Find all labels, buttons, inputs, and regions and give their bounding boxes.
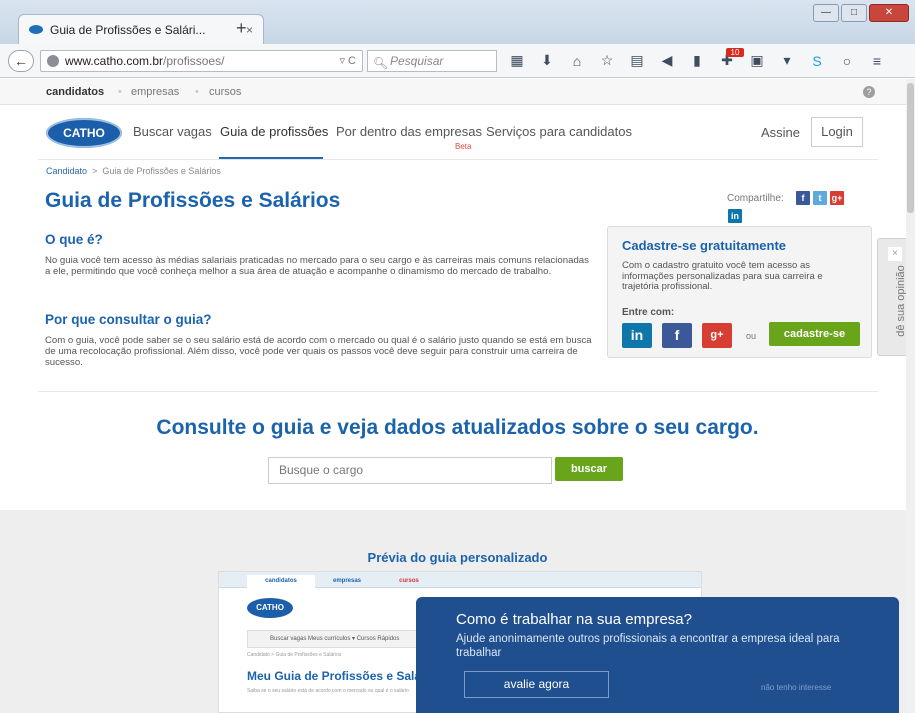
search-placeholder: Pesquisar bbox=[390, 54, 444, 68]
globe-icon bbox=[47, 55, 59, 67]
bookmark-star-icon[interactable]: ☆ bbox=[598, 52, 616, 69]
assine-link[interactable]: Assine bbox=[761, 125, 800, 140]
close-window-button[interactable]: ✕ bbox=[869, 4, 909, 22]
content-divider bbox=[38, 391, 878, 392]
strip-cursos[interactable]: cursos bbox=[209, 79, 241, 105]
preview-heading: Meu Guia de Profissões e Salários bbox=[247, 669, 444, 683]
nav-buscar-vagas[interactable]: Buscar vagas bbox=[133, 124, 212, 139]
maximize-button[interactable]: □ bbox=[841, 4, 867, 22]
consult-headline: Consulte o guia e veja dados atualizados… bbox=[156, 416, 759, 439]
linkedin-share-icon[interactable]: in bbox=[728, 209, 742, 223]
site-top-strip: candidatos • empresas • cursos bbox=[0, 79, 915, 105]
toolbar-icons: ▦ ⬇ ⌂ ☆ ▤ ◀ ▮ ✚ 10 ▣ ▾ S ○ ≡ bbox=[508, 48, 886, 69]
browser-tab[interactable]: Guia de Profissões e Salári... × bbox=[18, 14, 264, 44]
google-plus-share-icon[interactable]: g+ bbox=[830, 191, 844, 205]
strip-separator: • bbox=[118, 86, 122, 98]
address-bar[interactable]: www.catho.com.br/profissoes/ ▿ C bbox=[40, 50, 363, 72]
strip-empresas[interactable]: empresas bbox=[131, 79, 179, 105]
home-icon[interactable]: ⌂ bbox=[568, 53, 586, 69]
signup-box: Cadastre-se gratuitamente Com o cadastro… bbox=[607, 226, 872, 358]
reading-list-icon[interactable]: ▤ bbox=[628, 52, 646, 69]
strip-candidatos[interactable]: candidatos bbox=[46, 79, 104, 105]
clipboard-icon[interactable]: ▣ bbox=[748, 52, 766, 69]
url-host: www.catho.com.br bbox=[65, 54, 164, 68]
tab-close-icon[interactable]: × bbox=[246, 23, 253, 37]
facebook-share-icon[interactable]: f bbox=[796, 191, 810, 205]
skype-icon[interactable]: S bbox=[808, 53, 826, 69]
scrollbar-thumb[interactable] bbox=[907, 83, 914, 213]
buscar-button[interactable]: buscar bbox=[555, 457, 623, 481]
catho-favicon-icon bbox=[29, 25, 43, 34]
signup-title: Cadastre-se gratuitamente bbox=[622, 238, 786, 253]
share-label: Compartilhe: bbox=[727, 193, 784, 204]
preview-tab-cursos: cursos bbox=[399, 578, 419, 584]
no-interest-link[interactable]: não tenho interesse bbox=[761, 683, 831, 692]
reload-icon[interactable]: ▿ C bbox=[339, 51, 356, 71]
facebook-login-icon[interactable]: f bbox=[662, 323, 692, 348]
or-label: ou bbox=[746, 331, 757, 341]
preview-tab-empresas: empresas bbox=[332, 578, 362, 584]
section-heading-o-que-e: O que é? bbox=[45, 232, 103, 247]
catho-logo[interactable]: CATHO bbox=[46, 118, 122, 148]
beta-badge: Beta bbox=[455, 142, 472, 151]
grid-icon[interactable]: ▦ bbox=[508, 52, 526, 69]
header-divider bbox=[38, 159, 878, 160]
sync-icon[interactable]: ○ bbox=[838, 53, 856, 69]
page-title: Guia de Profissões e Salários bbox=[45, 189, 341, 212]
popup-description: Ajude anonimamente outros profissionais … bbox=[456, 633, 840, 659]
search-input[interactable]: 🔍︎ Pesquisar bbox=[367, 50, 497, 72]
search-icon: 🔍︎ bbox=[373, 56, 389, 70]
cargo-search-input[interactable]: Busque o cargo bbox=[268, 457, 552, 484]
extension-icon[interactable]: ✚ 10 bbox=[718, 48, 744, 69]
extension-badge: 10 bbox=[726, 48, 744, 57]
pocket-icon[interactable]: ▮ bbox=[688, 52, 706, 69]
preview-tab-candidatos: candidatos bbox=[247, 575, 315, 588]
popup-title: Como é trabalhar na sua empresa? bbox=[456, 611, 692, 628]
nav-servicos-para-candidatos[interactable]: Serviços para candidatos bbox=[486, 124, 632, 139]
nav-por-dentro-das-empresas[interactable]: Por dentro das empresas bbox=[336, 124, 482, 139]
enter-with-label: Entre com: bbox=[622, 307, 675, 318]
section-text-por-que: Com o guia, você pode saber se o seu sal… bbox=[45, 335, 592, 368]
minimize-button[interactable]: — bbox=[813, 4, 839, 22]
breadcrumb-separator: > bbox=[92, 166, 98, 176]
back-button[interactable]: ← bbox=[8, 50, 34, 72]
scrollbar[interactable] bbox=[906, 79, 915, 713]
section-heading-por-que: Por que consultar o guia? bbox=[45, 312, 212, 327]
cadastre-se-button[interactable]: cadastre-se bbox=[769, 322, 860, 346]
avalie-agora-button[interactable]: avalie agora bbox=[464, 671, 609, 698]
breadcrumb: Candidato > Guia de Profissões e Salário… bbox=[46, 166, 221, 176]
company-review-popup: Como é trabalhar na sua empresa? Ajude a… bbox=[416, 597, 899, 713]
breadcrumb-current: Guia de Profissões e Salários bbox=[102, 166, 221, 176]
preview-title: Prévia do guia personalizado bbox=[367, 550, 548, 565]
tab-title: Guia de Profissões e Salári... bbox=[50, 22, 206, 37]
share-icons: f t g+ bbox=[796, 191, 844, 205]
strip-separator: • bbox=[195, 86, 199, 98]
preview-breadcrumb: Candidato > Guia de Profissões e Salário… bbox=[247, 652, 342, 658]
login-button[interactable]: Login bbox=[811, 117, 863, 147]
twitter-share-icon[interactable]: t bbox=[813, 191, 827, 205]
url-path: /profissoes/ bbox=[163, 54, 225, 68]
google-plus-login-icon[interactable]: g+ bbox=[702, 323, 732, 348]
new-tab-button[interactable]: + bbox=[236, 18, 247, 39]
menu-icon[interactable]: ≡ bbox=[868, 53, 886, 69]
breadcrumb-candidato[interactable]: Candidato bbox=[46, 166, 87, 176]
send-icon[interactable]: ◀ bbox=[658, 52, 676, 69]
signup-description: Com o cadastro gratuito você tem acesso … bbox=[622, 260, 823, 292]
linkedin-login-icon[interactable]: in bbox=[622, 323, 652, 348]
help-icon[interactable]: ? bbox=[863, 86, 875, 98]
nav-guia-de-profissoes[interactable]: Guia de profissões bbox=[220, 124, 328, 139]
section-text-o-que-e: No guia você tem acesso às médias salari… bbox=[45, 255, 589, 277]
preview-logo: CATHO bbox=[247, 598, 293, 618]
preview-text: Saiba se o seu salário está de acordo co… bbox=[247, 688, 409, 694]
browser-navbar: ← www.catho.com.br/profissoes/ ▿ C 🔍︎ Pe… bbox=[0, 44, 915, 78]
dropdown-icon[interactable]: ▾ bbox=[778, 52, 796, 69]
window-controls: — □ ✕ bbox=[813, 4, 909, 22]
download-icon[interactable]: ⬇ bbox=[538, 52, 556, 69]
